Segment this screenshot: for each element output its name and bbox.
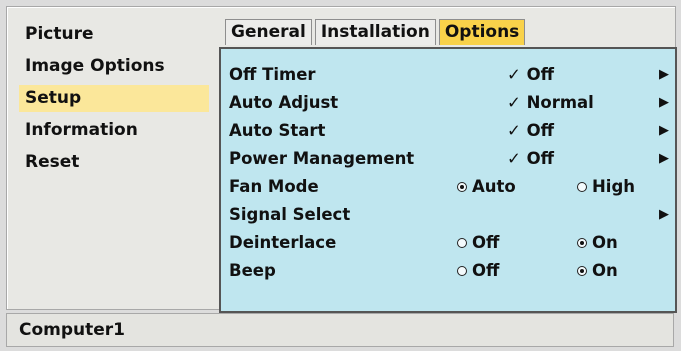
sidebar-item-setup[interactable]: Setup [19,85,209,112]
power-management-label: Power Management [229,149,415,168]
fan-mode-high-radio[interactable]: High [577,173,635,200]
tab-bar: General Installation Options [225,19,528,46]
power-management-row[interactable]: Power Management ✓ Off ▶ [229,145,669,172]
auto-start-row[interactable]: Auto Start ✓ Off ▶ [229,117,669,144]
arrow-right-icon[interactable]: ▶ [659,89,669,116]
radio-selected-icon [457,181,467,192]
off-timer-label: Off Timer [229,65,316,84]
deinterlace-on-radio[interactable]: On [577,229,618,256]
fan-mode-row: Fan Mode Auto High [229,173,669,200]
auto-adjust-label: Auto Adjust [229,93,339,112]
menu-window: Picture Image Options Setup Information … [6,6,677,313]
beep-off-radio[interactable]: Off [457,257,499,284]
radio-selected-icon [577,265,587,276]
arrow-right-icon[interactable]: ▶ [659,145,669,172]
auto-adjust-row[interactable]: Auto Adjust ✓ Normal ▶ [229,89,669,116]
beep-off-label: Off [472,261,500,280]
sidebar: Picture Image Options Setup Information … [19,21,209,181]
tab-installation[interactable]: Installation [314,19,436,45]
off-timer-value: ✓ Off [507,65,554,84]
radio-empty-icon [457,265,467,276]
beep-row: Beep Off On [229,257,669,284]
beep-label: Beep [229,261,276,280]
status-bar: Computer1 [6,313,674,347]
fan-mode-high-label: High [592,177,636,196]
fan-mode-label: Fan Mode [229,177,319,196]
radio-selected-icon [577,237,587,248]
deinterlace-off-radio[interactable]: Off [457,229,499,256]
radio-empty-icon [577,181,587,192]
signal-select-row[interactable]: Signal Select ▶ [229,201,669,228]
sidebar-item-reset[interactable]: Reset [19,149,209,176]
sidebar-item-picture[interactable]: Picture [19,21,209,48]
deinterlace-on-label: On [592,233,618,252]
auto-adjust-value: ✓ Normal [507,93,594,112]
power-management-value: ✓ Off [507,149,554,168]
arrow-right-icon[interactable]: ▶ [659,201,669,228]
deinterlace-row: Deinterlace Off On [229,229,669,256]
fan-mode-auto-label: Auto [472,177,516,196]
signal-select-label: Signal Select [229,205,351,224]
beep-on-label: On [592,261,618,280]
sidebar-item-information[interactable]: Information [19,117,209,144]
off-timer-row[interactable]: Off Timer ✓ Off ▶ [229,61,669,88]
deinterlace-off-label: Off [472,233,500,252]
tab-options[interactable]: Options [438,19,526,45]
radio-empty-icon [457,237,467,248]
auto-start-value: ✓ Off [507,121,554,140]
auto-start-label: Auto Start [229,121,326,140]
arrow-right-icon[interactable]: ▶ [659,117,669,144]
source-label: Computer1 [19,320,126,340]
arrow-right-icon[interactable]: ▶ [659,61,669,88]
options-panel: Off Timer ✓ Off ▶ Auto Adjust ✓ Normal ▶… [219,47,677,313]
deinterlace-label: Deinterlace [229,233,337,252]
sidebar-item-image-options[interactable]: Image Options [19,53,209,80]
fan-mode-auto-radio[interactable]: Auto [457,173,516,200]
tab-general[interactable]: General [225,19,312,45]
beep-on-radio[interactable]: On [577,257,618,284]
